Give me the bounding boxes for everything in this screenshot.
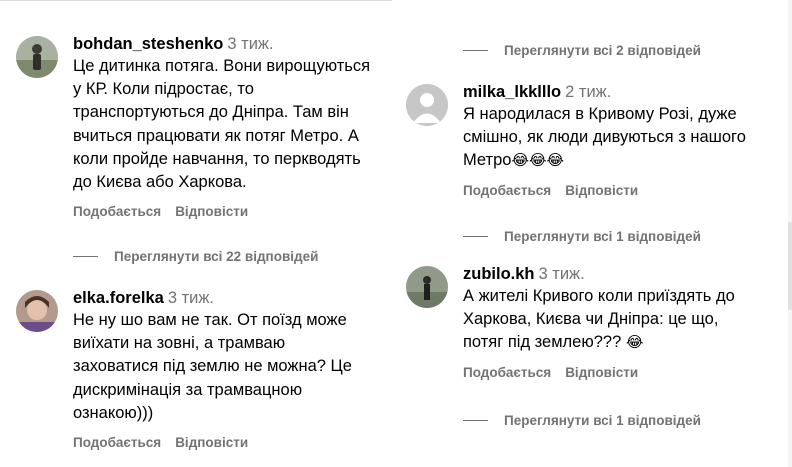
comment-actions: Подобається Відповісти <box>463 365 778 380</box>
replies-dash <box>463 236 488 237</box>
replies-dash <box>463 420 488 421</box>
timestamp[interactable]: 3 тиж. <box>539 265 585 283</box>
comment-actions: Подобається Відповісти <box>463 183 778 198</box>
default-avatar-icon[interactable] <box>406 84 448 126</box>
comment-body: elka.forelka 3 тиж. Не ну шо вам не так. … <box>73 288 388 450</box>
timestamp[interactable]: 3 тиж. <box>168 289 214 307</box>
avatar[interactable] <box>16 36 58 78</box>
comment-text: Це дитинка потяга. Вони вирощуються у КР… <box>73 57 371 192</box>
comment-text: Я народилася в Кривому Розі, дуже смішно… <box>463 103 775 173</box>
avatar[interactable] <box>406 266 448 308</box>
comment-header: milka_lkklllo 2 тиж. <box>463 82 778 102</box>
view-replies-button[interactable]: Переглянути всі 1 відповідей <box>463 229 701 244</box>
like-button[interactable]: Подобається <box>73 435 161 450</box>
replies-dash <box>73 256 98 257</box>
laughing-emoji-icon: 😂😂😂 <box>511 151 565 170</box>
comment-body: milka_lkklllo 2 тиж. Я народилася в Криво… <box>463 82 778 198</box>
view-replies-label: Переглянути всі 1 відповідей <box>504 413 701 428</box>
scrollbar-thumb[interactable] <box>788 222 792 310</box>
view-replies-label: Переглянути всі 1 відповідей <box>504 229 701 244</box>
replies-dash <box>463 50 488 51</box>
laughing-emoji-icon: 😂 <box>625 333 644 352</box>
timestamp[interactable]: 2 тиж. <box>565 83 611 101</box>
comment-text: Не ну шо вам не так. От поїзд може виїха… <box>73 311 352 422</box>
comment-text: А жителі Кривого коли приїздять до Харко… <box>463 285 763 355</box>
username[interactable]: bohdan_steshenko <box>73 35 223 53</box>
view-replies-label: Переглянути всі 22 відповідей <box>114 249 319 264</box>
username[interactable]: elka.forelka <box>73 289 164 307</box>
comment-header: elka.forelka 3 тиж. <box>73 288 388 308</box>
view-replies-button[interactable]: Переглянути всі 1 відповідей <box>463 413 701 428</box>
comment-actions: Подобається Відповісти <box>73 204 388 219</box>
timestamp[interactable]: 3 тиж. <box>227 35 273 53</box>
scrollbar[interactable] <box>788 0 792 467</box>
view-replies-label: Переглянути всі 2 відповідей <box>504 43 701 58</box>
avatar[interactable] <box>16 290 58 332</box>
reply-button[interactable]: Відповісти <box>565 365 638 380</box>
view-replies-button[interactable]: Переглянути всі 2 відповідей <box>463 43 701 58</box>
like-button[interactable]: Подобається <box>463 365 551 380</box>
comment-actions: Подобається Відповісти <box>73 435 388 450</box>
top-divider <box>0 0 392 1</box>
comment-header: bohdan_steshenko 3 тиж. <box>73 34 388 54</box>
comment-text-body: А жителі Кривого коли приїздять до Харко… <box>463 287 735 352</box>
view-replies-button[interactable]: Переглянути всі 22 відповідей <box>73 249 318 264</box>
reply-button[interactable]: Відповісти <box>175 204 248 219</box>
like-button[interactable]: Подобається <box>73 204 161 219</box>
reply-button[interactable]: Відповісти <box>565 183 638 198</box>
comment-body: zubilo.kh 3 тиж. А жителі Кривого коли пр… <box>463 264 778 380</box>
comment-header: zubilo.kh 3 тиж. <box>463 264 778 284</box>
reply-button[interactable]: Відповісти <box>175 435 248 450</box>
like-button[interactable]: Подобається <box>463 183 551 198</box>
username[interactable]: milka_lkklllo <box>463 83 561 101</box>
comment-body: bohdan_steshenko 3 тиж. Це дитинка потяга… <box>73 34 388 219</box>
comment-text-body: Я народилася в Кривому Розі, дуже смішно… <box>463 105 746 170</box>
username[interactable]: zubilo.kh <box>463 265 535 283</box>
